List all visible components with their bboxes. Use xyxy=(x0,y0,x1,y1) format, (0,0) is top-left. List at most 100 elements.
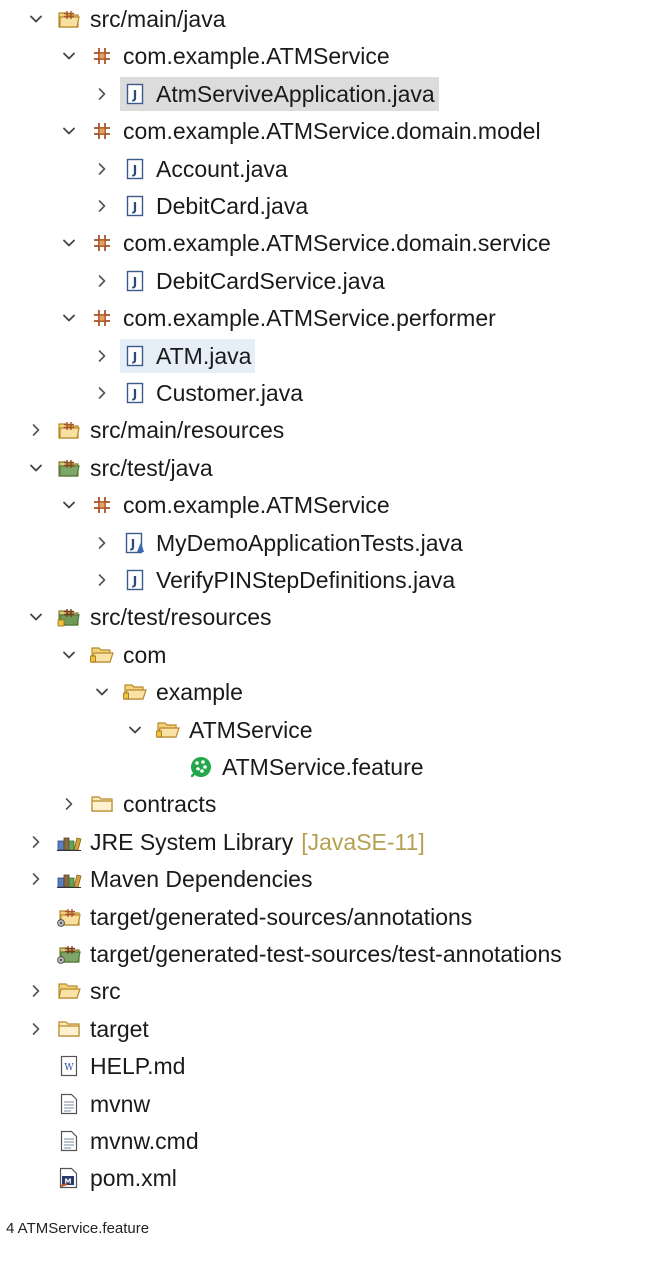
tree-item[interactable]: contracts xyxy=(59,786,220,822)
tree-item-content[interactable]: com.example.ATMService xyxy=(87,488,394,522)
tree-item-content[interactable]: J ATM.java xyxy=(120,338,256,373)
tree-item[interactable]: target xyxy=(26,1011,153,1047)
tree-item-content[interactable]: com.example.ATMService.domain.service xyxy=(87,226,555,260)
java-file-icon: J xyxy=(122,156,148,182)
chevron-down-icon[interactable] xyxy=(26,458,46,478)
tree-item[interactable]: example xyxy=(92,674,247,710)
tree-item[interactable]: J Customer.java xyxy=(92,375,307,411)
tree-item[interactable]: src xyxy=(26,973,125,1009)
chevron-right-icon[interactable] xyxy=(92,346,112,366)
tree-item[interactable]: com.example.ATMService.domain.service xyxy=(59,225,555,261)
chevron-down-icon[interactable] xyxy=(59,121,79,141)
chevron-right-icon[interactable] xyxy=(92,570,112,590)
tree-item[interactable]: com.example.ATMService.performer xyxy=(59,300,500,336)
tree-item-content[interactable]: com xyxy=(87,638,170,672)
chevron-down-icon[interactable] xyxy=(26,9,46,29)
tree-item-content[interactable]: contracts xyxy=(87,787,220,821)
tree-item[interactable]: JRE System Library [JavaSE-11] xyxy=(26,824,429,860)
chevron-down-icon[interactable] xyxy=(26,607,46,627)
tree-item-content[interactable]: target xyxy=(54,1012,153,1046)
tree-item[interactable]: J AtmServiveApplication.java xyxy=(92,76,439,112)
tree-item[interactable]: com.example.ATMService xyxy=(59,38,394,74)
tree-item-label: com.example.ATMService.domain.service xyxy=(123,230,551,257)
tree-item[interactable]: src/main/resources xyxy=(26,412,288,448)
java-file-icon: J xyxy=(122,193,148,219)
tree-item[interactable]: target/generated-test-sources/test-annot… xyxy=(26,936,566,972)
tree-item[interactable]: com.example.ATMService xyxy=(59,487,394,523)
tree-item-content[interactable]: J Account.java xyxy=(120,152,292,186)
tree-item-content[interactable]: Maven Dependencies xyxy=(54,862,316,896)
tree-item-content[interactable]: src/main/java xyxy=(54,2,229,36)
java-file-icon: J xyxy=(122,81,148,107)
tree-item-content[interactable]: ATMService xyxy=(153,713,317,747)
tree-item-content[interactable]: src/test/java xyxy=(54,451,217,485)
chevron-down-icon[interactable] xyxy=(59,495,79,515)
chevron-right-icon[interactable] xyxy=(26,869,46,889)
tree-item-content[interactable]: W HELP.md xyxy=(54,1049,189,1083)
chevron-down-icon[interactable] xyxy=(59,645,79,665)
tree-item[interactable]: target/generated-sources/annotations xyxy=(26,899,476,935)
tree-item[interactable]: ATMService.feature xyxy=(158,749,428,785)
tree-item[interactable]: J VerifyPINStepDefinitions.java xyxy=(92,562,459,598)
chevron-right-icon[interactable] xyxy=(92,383,112,403)
chevron-right-icon[interactable] xyxy=(59,794,79,814)
tree-item-content[interactable]: mvnw xyxy=(54,1087,154,1121)
tree-item[interactable]: com.example.ATMService.domain.model xyxy=(59,113,545,149)
tree-item[interactable]: src/main/java xyxy=(26,1,229,37)
tree-item[interactable]: ATMService xyxy=(125,712,317,748)
chevron-right-icon[interactable] xyxy=(92,533,112,553)
tree-item-content[interactable]: Mpom.xml xyxy=(54,1161,181,1195)
chevron-down-icon[interactable] xyxy=(59,308,79,328)
tree-item-content[interactable]: target/generated-test-sources/test-annot… xyxy=(54,937,566,971)
chevron-down-icon[interactable] xyxy=(125,720,145,740)
tree-item[interactable]: J ATM.java xyxy=(92,338,256,374)
chevron-right-icon[interactable] xyxy=(92,271,112,291)
tree-item-content[interactable]: J MyDemoApplicationTests.java xyxy=(120,526,467,560)
chevron-right-icon[interactable] xyxy=(26,420,46,440)
tree-item[interactable]: J MyDemoApplicationTests.java xyxy=(92,525,467,561)
tree-item-content[interactable]: J Customer.java xyxy=(120,376,307,410)
generated-test-folder-icon xyxy=(56,941,82,967)
tree-item-content[interactable]: J DebitCard.java xyxy=(120,189,312,223)
tree-item-label: src/main/resources xyxy=(90,417,285,444)
chevron-right-icon[interactable] xyxy=(92,196,112,216)
chevron-right-icon[interactable] xyxy=(26,981,46,1001)
chevron-right-icon[interactable] xyxy=(26,832,46,852)
tree-item[interactable]: J DebitCard.java xyxy=(92,188,312,224)
tree-item-content[interactable]: src/main/resources xyxy=(54,413,288,447)
tree-item[interactable]: src/test/java xyxy=(26,450,217,486)
chevron-down-icon[interactable] xyxy=(59,233,79,253)
tree-item-label: DebitCardService.java xyxy=(156,267,385,294)
tree-item-content[interactable]: J AtmServiveApplication.java xyxy=(120,76,439,111)
svg-text:J: J xyxy=(132,163,137,177)
chevron-down-icon[interactable] xyxy=(59,46,79,66)
tree-item[interactable]: com xyxy=(59,637,170,673)
chevron-down-icon[interactable] xyxy=(92,682,112,702)
tree-item-label: example xyxy=(156,679,243,706)
tree-item-content[interactable]: com.example.ATMService xyxy=(87,39,394,73)
tree-item-content[interactable]: ATMService.feature xyxy=(186,750,428,784)
tree-item-content[interactable]: src/test/resources xyxy=(54,600,276,634)
tree-item-content[interactable]: example xyxy=(120,675,247,709)
tree-item[interactable]: Mpom.xml xyxy=(26,1160,181,1196)
chevron-right-icon[interactable] xyxy=(92,84,112,104)
tree-item[interactable]: J Account.java xyxy=(92,151,292,187)
open-folder-icon xyxy=(122,679,148,705)
tree-item[interactable]: W HELP.md xyxy=(26,1048,189,1084)
tree-item-content[interactable]: JRE System Library [JavaSE-11] xyxy=(54,825,429,859)
tree-item[interactable]: src/test/resources xyxy=(26,599,276,635)
tree-item-content[interactable]: J VerifyPINStepDefinitions.java xyxy=(120,563,459,597)
tree-item-content[interactable]: src xyxy=(54,974,125,1008)
tree-item[interactable]: mvnw.cmd xyxy=(26,1123,203,1159)
tree-item[interactable]: mvnw xyxy=(26,1086,154,1122)
chevron-right-icon[interactable] xyxy=(26,1019,46,1039)
tree-item[interactable]: Maven Dependencies xyxy=(26,861,316,897)
tree-item-content[interactable]: mvnw.cmd xyxy=(54,1124,203,1158)
package-icon xyxy=(89,492,115,518)
tree-item-content[interactable]: target/generated-sources/annotations xyxy=(54,900,476,934)
tree-item-content[interactable]: J DebitCardService.java xyxy=(120,264,389,298)
tree-item[interactable]: J DebitCardService.java xyxy=(92,263,389,299)
tree-item-content[interactable]: com.example.ATMService.domain.model xyxy=(87,114,545,148)
chevron-right-icon[interactable] xyxy=(92,159,112,179)
tree-item-content[interactable]: com.example.ATMService.performer xyxy=(87,301,500,335)
